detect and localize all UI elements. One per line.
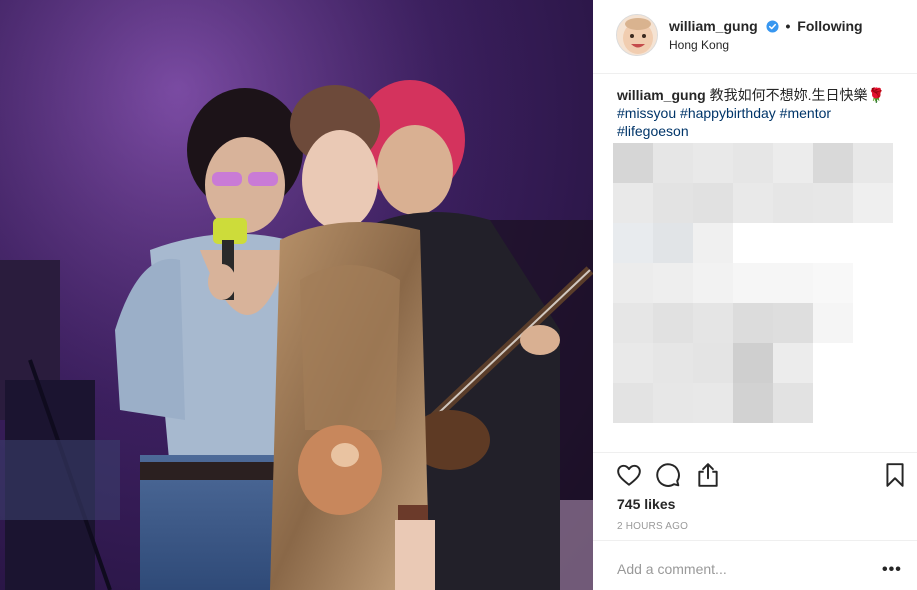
baby-avatar-icon [617,15,657,55]
share-button[interactable] [695,462,721,488]
like-button[interactable] [616,462,642,488]
following-button[interactable]: Following [797,18,862,34]
blur-block [653,263,693,303]
blur-block [773,143,813,183]
blur-block [613,303,653,343]
blur-block [693,343,733,383]
blur-block [853,143,893,183]
blur-block [733,183,773,223]
post-photo[interactable] [0,0,593,590]
blur-block [653,303,693,343]
blur-block [613,263,653,303]
username-link[interactable]: william_gung [669,18,758,34]
blur-block [653,183,693,223]
bookmark-icon [886,463,904,487]
blur-block [613,143,653,183]
blur-block [653,343,693,383]
blur-block [613,183,653,223]
blur-block [693,223,733,263]
blur-block [773,303,813,343]
blur-block [653,143,693,183]
blur-block [733,383,773,423]
share-icon [698,463,718,487]
heart-icon [617,464,641,486]
blur-block [733,343,773,383]
blur-block [813,303,853,343]
blur-block [773,383,813,423]
blur-block [773,343,813,383]
post-side-panel: william_gung • Following Hong Kong willi… [593,0,917,590]
blur-block [653,223,693,263]
action-divider [593,452,917,453]
comment-input[interactable] [617,561,867,577]
concert-photo [0,0,593,590]
user-line: william_gung • Following [669,18,863,34]
separator-dot: • [785,18,791,34]
caption-text: 教我如何不想妳.生日快樂🌹 [705,87,885,103]
post-timestamp[interactable]: 2 HOURS AGO [617,521,688,532]
hashtag-link[interactable]: #happybirthday [680,105,776,121]
blur-block [693,383,733,423]
blur-block [813,263,853,303]
hashtag-link[interactable]: #mentor [780,105,831,121]
blur-block [693,303,733,343]
blur-block [613,383,653,423]
hashtag-link[interactable]: #missyou [617,105,676,121]
comment-bar: ••• [593,540,917,590]
avatar[interactable] [616,14,658,56]
blur-block [613,223,653,263]
location-link[interactable]: Hong Kong [669,38,729,52]
blur-block [813,183,853,223]
caption: william_gung 教我如何不想妳.生日快樂🌹 #missyou #hap… [617,86,907,140]
blur-block [773,263,813,303]
blur-block [693,143,733,183]
caption-username[interactable]: william_gung [617,87,706,103]
blur-block [853,183,893,223]
blur-block [733,263,773,303]
more-options-button[interactable]: ••• [882,561,902,579]
hashtag-link[interactable]: #lifegoeson [617,123,689,139]
verified-badge-icon [766,20,779,33]
blur-block [733,303,773,343]
blurred-comments [613,143,893,423]
blur-block [693,263,733,303]
blur-block [733,143,773,183]
post-header: william_gung • Following Hong Kong [593,0,917,74]
blur-block [613,343,653,383]
blur-block [813,143,853,183]
comment-icon [656,463,680,487]
blur-block [653,383,693,423]
blur-block [773,183,813,223]
comment-button[interactable] [655,462,681,488]
save-button[interactable] [882,462,908,488]
likes-count[interactable]: 745 likes [617,496,675,512]
blur-block [693,183,733,223]
